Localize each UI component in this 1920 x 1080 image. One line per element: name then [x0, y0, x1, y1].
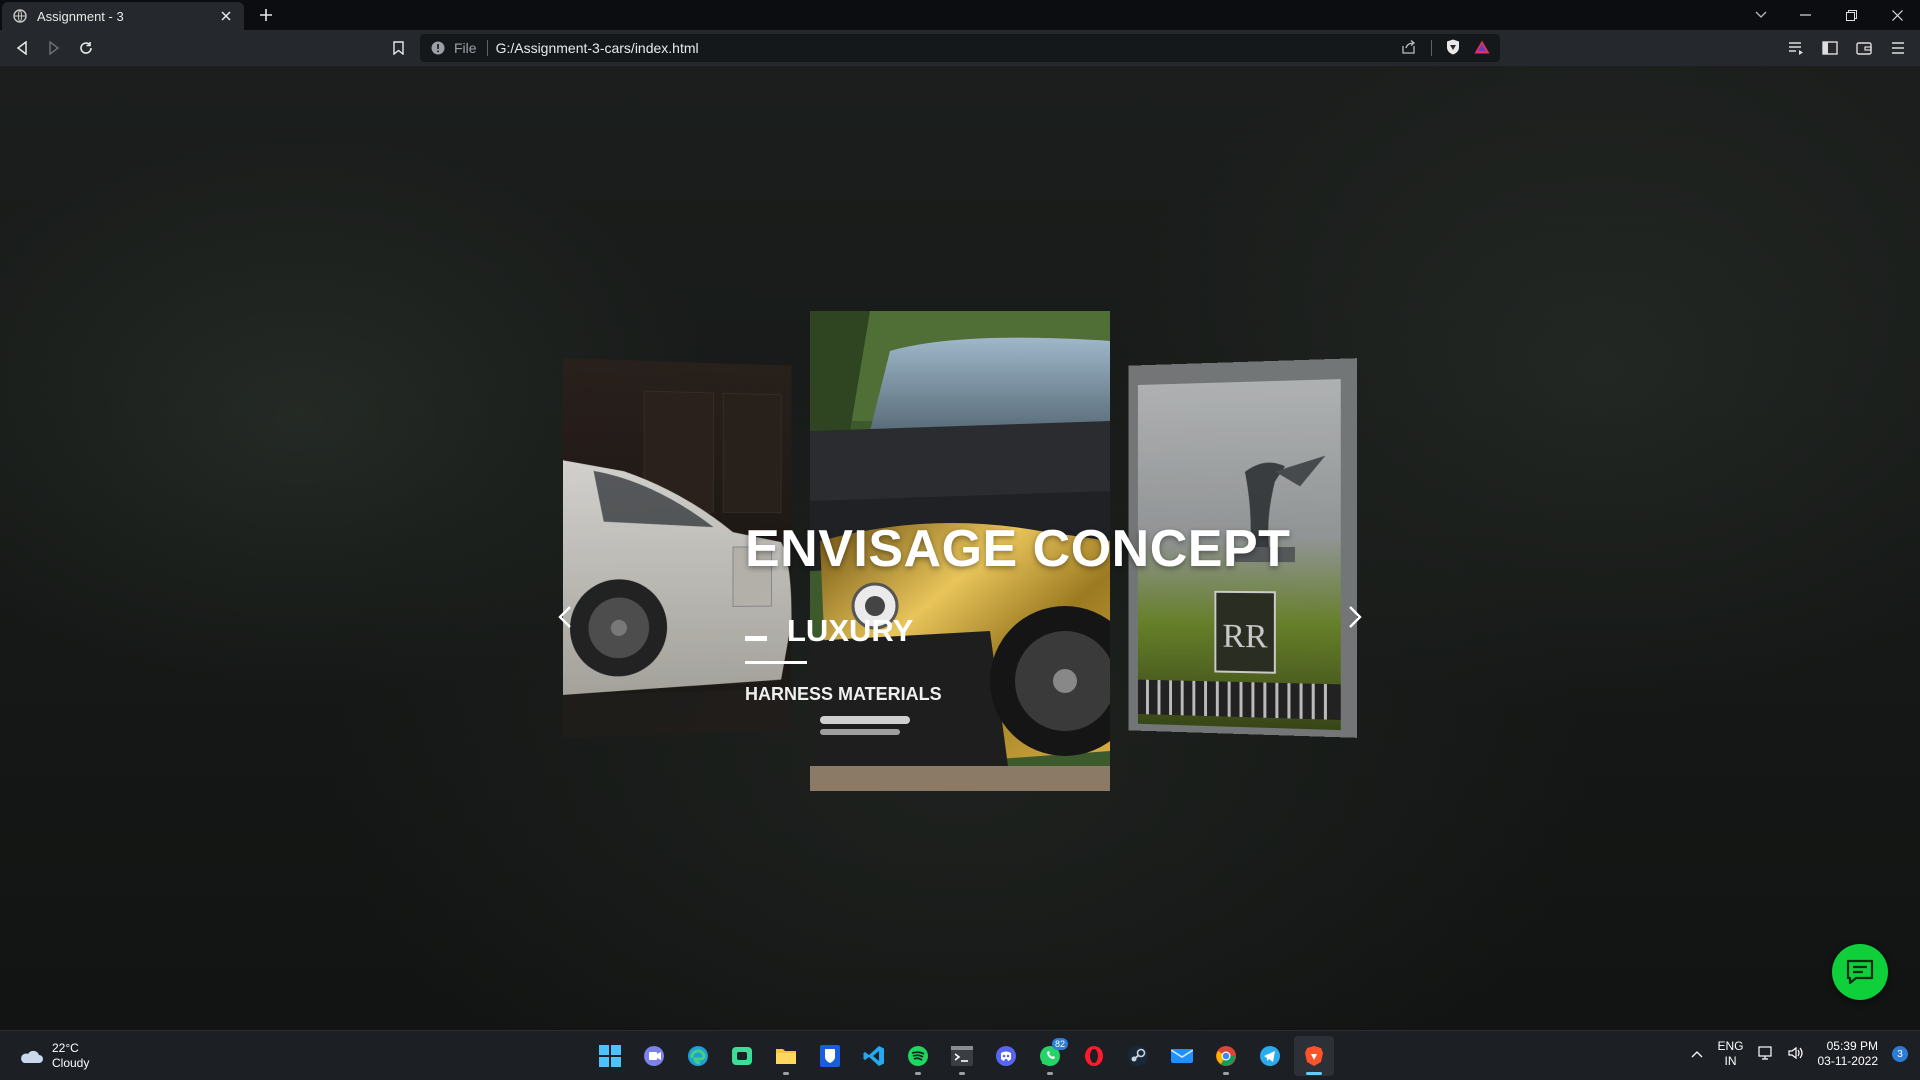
browser-tab-bar: Assignment - 3 [0, 0, 1920, 30]
clock[interactable]: 05:39 PM 03-11-2022 [1818, 1039, 1879, 1069]
chevron-up-icon[interactable] [1691, 1047, 1703, 1061]
url-scheme: File [454, 40, 477, 56]
hero-title: ENVISAGE CONCEPT [745, 520, 1291, 578]
running-indicator [959, 1072, 965, 1075]
running-indicator [1047, 1072, 1053, 1075]
volume-icon[interactable] [1787, 1046, 1804, 1063]
terminal-icon[interactable] [942, 1036, 982, 1076]
mail-icon[interactable] [1162, 1036, 1202, 1076]
clock-time: 05:39 PM [1826, 1039, 1878, 1053]
info-icon[interactable] [430, 40, 446, 56]
telegram-icon[interactable] [1250, 1036, 1290, 1076]
whatsapp-badge: 82 [1051, 1038, 1068, 1050]
bitwarden-icon[interactable] [810, 1036, 850, 1076]
clock-date: 03-11-2022 [1817, 1054, 1879, 1068]
menu-icon[interactable] [1888, 38, 1908, 58]
globe-icon [12, 8, 28, 24]
store-icon[interactable] [722, 1036, 762, 1076]
language-indicator[interactable]: ENG IN [1717, 1039, 1743, 1069]
network-icon[interactable] [1757, 1045, 1774, 1063]
spotify-icon[interactable] [898, 1036, 938, 1076]
hero-underline [745, 661, 807, 664]
close-icon[interactable] [1874, 0, 1920, 30]
hero-subtitle-text: LUXURY [787, 613, 914, 648]
edge-icon[interactable] [678, 1036, 718, 1076]
brave-shields-icon[interactable] [1446, 39, 1460, 58]
address-bar[interactable]: File G:/Assignment-3-cars/index.html [420, 34, 1500, 62]
tab-title: Assignment - 3 [37, 8, 124, 24]
weather-condition: Cloudy [52, 1056, 90, 1070]
lang-bottom: IN [1724, 1054, 1737, 1068]
bookmark-icon[interactable] [388, 38, 408, 58]
chat-button[interactable] [1832, 944, 1888, 1000]
brave-icon[interactable] [1294, 1036, 1334, 1076]
back-icon[interactable] [12, 38, 32, 58]
lang-top: ENG [1717, 1039, 1744, 1053]
steam-icon[interactable] [1118, 1036, 1158, 1076]
forward-icon[interactable] [44, 38, 64, 58]
chat-icon [1846, 959, 1874, 985]
windows-taskbar: 22°C Cloudy 82 ENG IN 05:39 PM 03-11-202… [0, 1030, 1920, 1080]
playlist-icon[interactable] [1786, 38, 1806, 58]
browser-toolbar: File G:/Assignment-3-cars/index.html [0, 30, 1920, 66]
browser-tab[interactable]: Assignment - 3 [2, 2, 244, 30]
opera-icon[interactable] [1074, 1036, 1114, 1076]
discord-icon[interactable] [986, 1036, 1026, 1076]
subtitle-dash [745, 635, 767, 641]
running-indicator [1223, 1072, 1229, 1075]
page-viewport: RR ENVISAGE CONCEPT LUXURY HARNESS MATER… [0, 66, 1920, 1030]
notification-badge[interactable]: 3 [1892, 1046, 1908, 1062]
share-icon[interactable] [1401, 39, 1417, 57]
close-icon[interactable] [218, 8, 234, 24]
hero-caption: HARNESS MATERIALS [745, 684, 942, 704]
running-indicator [915, 1072, 921, 1075]
brave-rewards-icon[interactable] [1474, 40, 1490, 57]
chrome-icon[interactable] [1206, 1036, 1246, 1076]
hero-subtitle: LUXURY [745, 613, 913, 649]
running-indicator [783, 1072, 789, 1075]
teams-icon[interactable] [634, 1036, 674, 1076]
vscode-icon[interactable] [854, 1036, 894, 1076]
weather-temp: 22°C [52, 1041, 79, 1055]
whatsapp-icon[interactable]: 82 [1030, 1036, 1070, 1076]
sidebar-icon[interactable] [1820, 38, 1840, 58]
plus-icon[interactable] [256, 5, 276, 25]
restore-icon[interactable] [1828, 0, 1874, 30]
prev-slide-arrow[interactable] [553, 601, 577, 633]
cloud-icon [21, 1050, 43, 1063]
svg-text:RR: RR [1223, 617, 1269, 655]
wallet-icon[interactable] [1854, 38, 1874, 58]
windows-start-icon[interactable] [590, 1036, 630, 1076]
next-slide-arrow[interactable] [1343, 601, 1367, 633]
weather-widget[interactable]: 22°C Cloudy [18, 1041, 89, 1071]
reload-icon[interactable] [76, 38, 96, 58]
url-divider [1431, 40, 1432, 56]
running-indicator [1306, 1072, 1322, 1075]
taskbar-apps: 82 [590, 1036, 1334, 1076]
minimize-icon[interactable] [1782, 0, 1828, 30]
url-divider [486, 40, 488, 56]
chevron-down-icon[interactable] [1738, 0, 1784, 30]
system-tray: ENG IN 05:39 PM 03-11-2022 3 [1691, 1039, 1908, 1069]
file-explorer-icon[interactable] [766, 1036, 806, 1076]
url-text[interactable]: G:/Assignment-3-cars/index.html [496, 40, 1401, 56]
